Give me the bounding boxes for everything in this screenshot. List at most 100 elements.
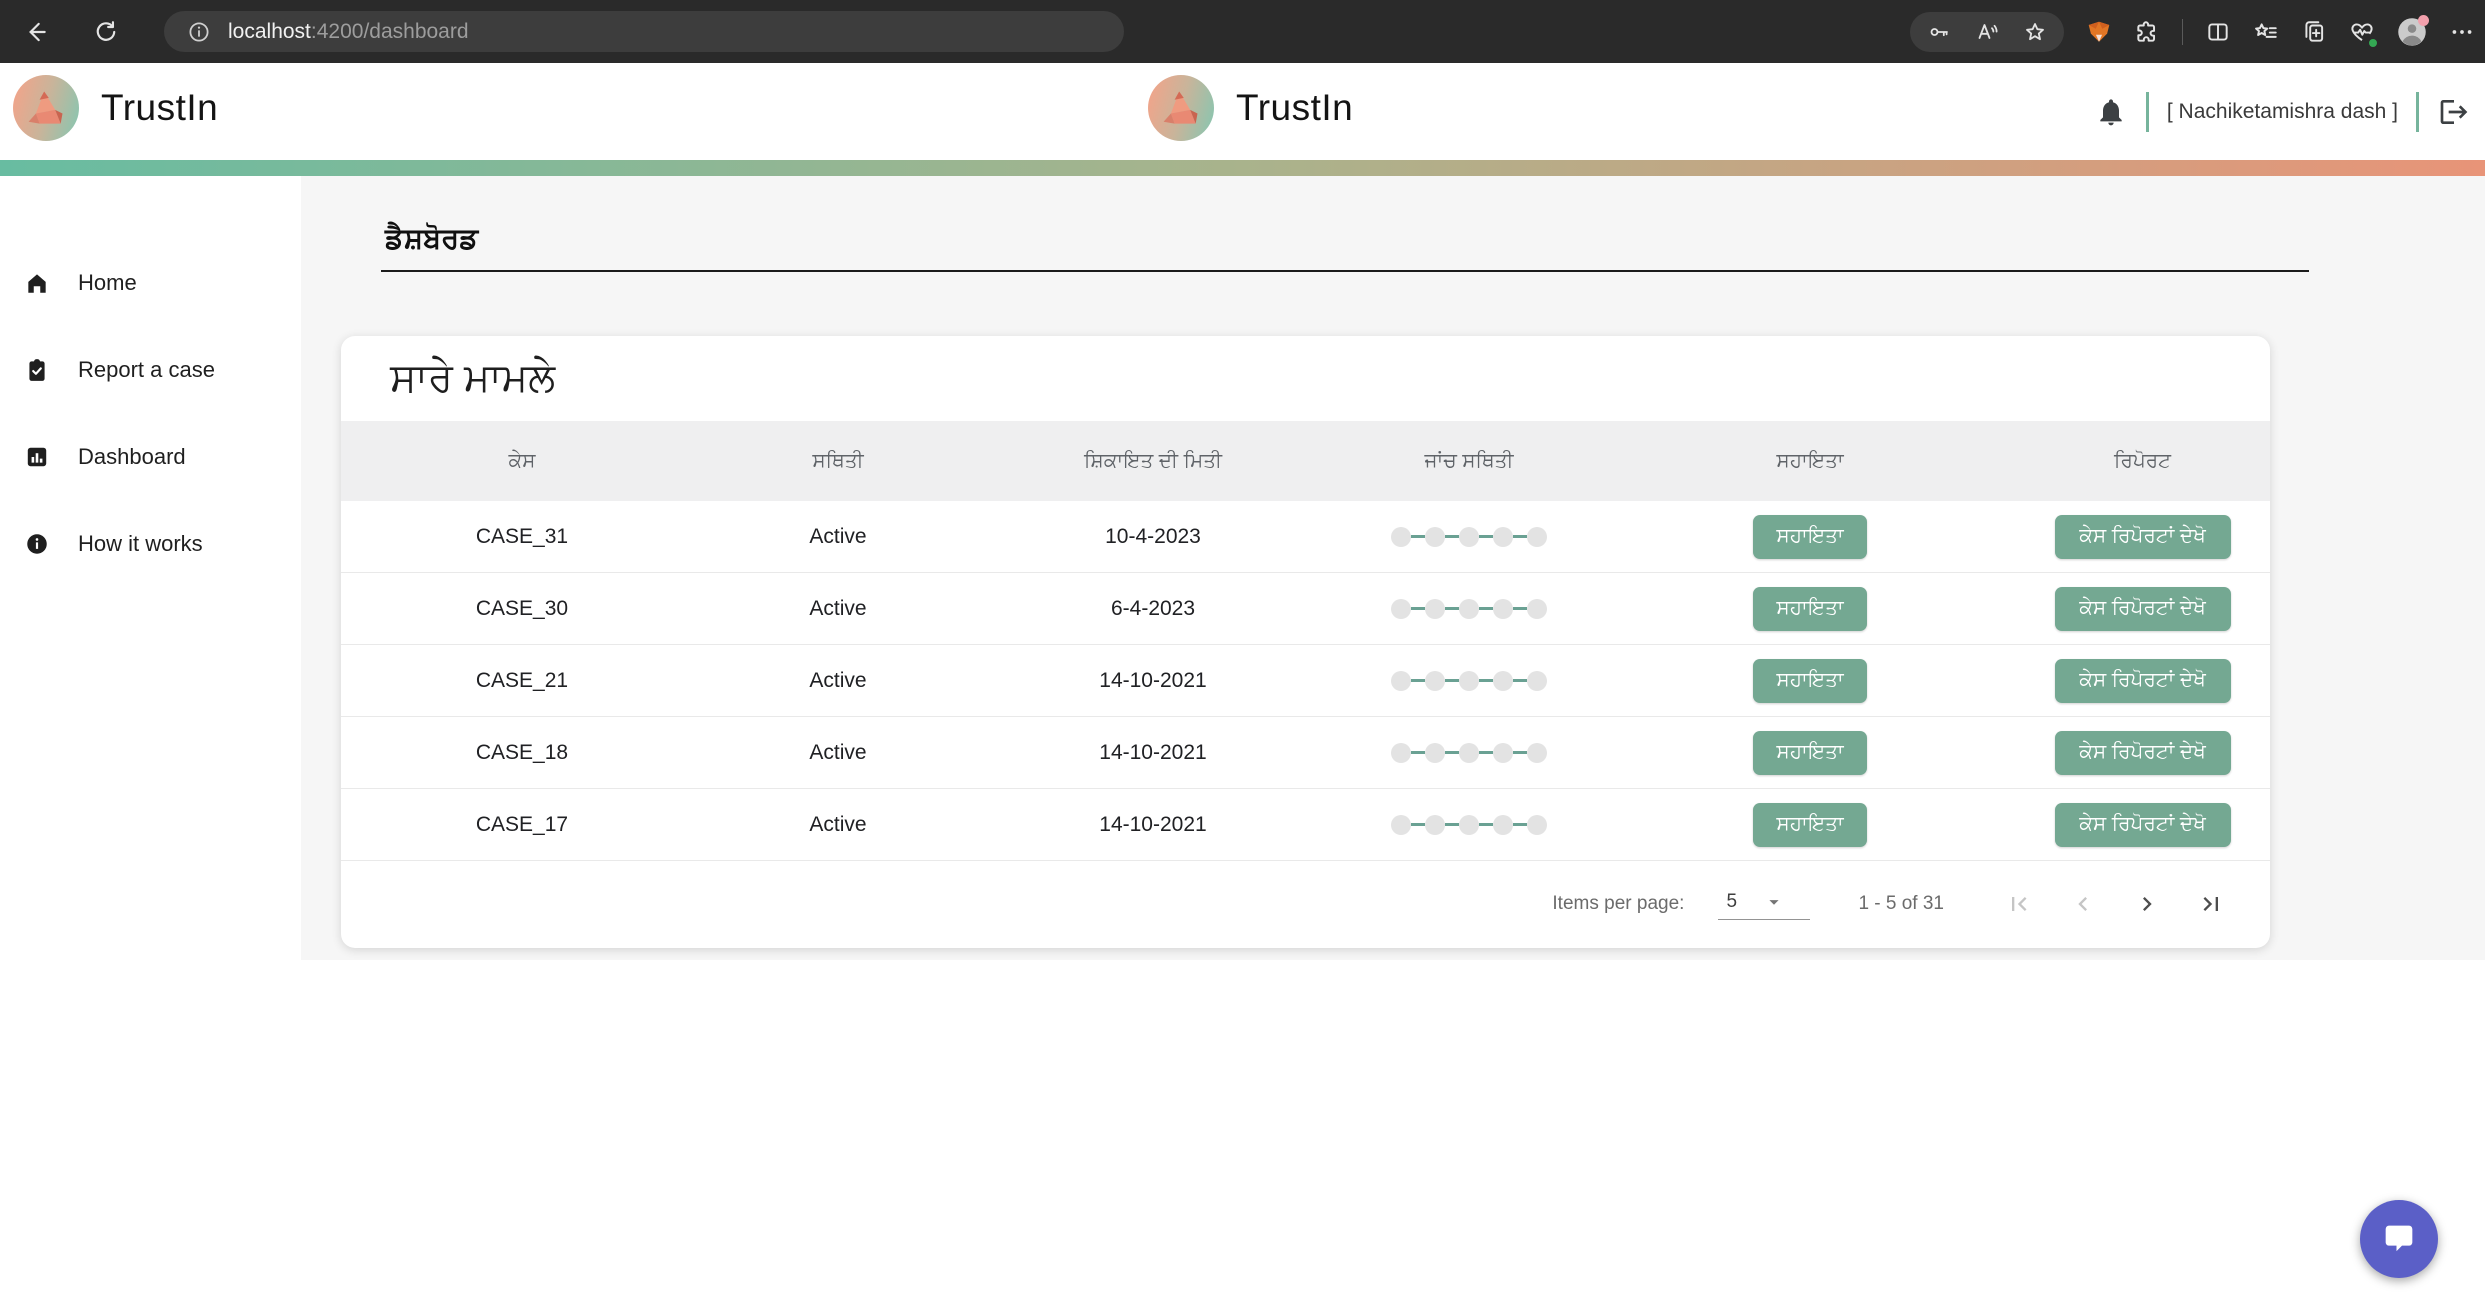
view-case-reports-button[interactable]: ਕੇਸ ਰਿਪੋਰਟਾਂ ਦੇਖੋ: [2055, 587, 2231, 631]
extensions-icon[interactable]: [2134, 19, 2160, 45]
table-row: CASE_30 Active 6-4-2023 ਸਹਾਇਤਾ ਕੇਸ ਰਿਪੋਰ…: [341, 573, 2270, 645]
table-row: CASE_18 Active 14-10-2021 ਸਹਾਇਤਾ ਕੇਸ ਰਿਪ…: [341, 717, 2270, 789]
last-page-button[interactable]: [2196, 889, 2226, 919]
brand-name: TrustIn: [101, 87, 218, 129]
password-key-icon[interactable]: [1926, 19, 1952, 45]
trustin-logo-icon: [13, 75, 79, 141]
help-button[interactable]: ਸਹਾਇਤਾ: [1753, 587, 1867, 631]
report-case-icon: [24, 357, 50, 383]
header-right: [ Nachiketamishra dash ]: [2094, 63, 2471, 160]
chevron-down-icon: [1763, 891, 1785, 913]
complaint-date: 14-10-2021: [973, 741, 1333, 765]
brand-name: TrustIn: [1236, 87, 1353, 129]
case-status: Active: [703, 669, 973, 693]
sidebar-item-dashboard[interactable]: Dashboard: [0, 429, 301, 485]
trustin-logo-icon: [1148, 75, 1214, 141]
refresh-icon[interactable]: [84, 10, 128, 54]
cases-card: ਸਾਰੇ ਮਾਮਲੇ ਕੇਸ ਸਥਿਤੀ ਸ਼ਿਕਾਇਤ ਦੀ ਮਿਤੀ ਜਾਂ…: [341, 336, 2270, 948]
toolbar-divider: [2182, 19, 2183, 45]
complaint-date: 14-10-2021: [973, 669, 1333, 693]
table-row: CASE_21 Active 14-10-2021 ਸਹਾਇਤਾ ਕੇਸ ਰਿਪ…: [341, 645, 2270, 717]
split-screen-icon[interactable]: [2205, 19, 2231, 45]
address-bar[interactable]: localhost:4200/dashboard: [164, 11, 1124, 52]
brand-left: TrustIn: [13, 75, 218, 141]
more-icon[interactable]: [2449, 19, 2475, 45]
help-button[interactable]: ਸਹਾਇਤਾ: [1753, 659, 1867, 703]
view-case-reports-button[interactable]: ਕੇਸ ਰਿਪੋਰਟਾਂ ਦੇਖੋ: [2055, 731, 2231, 775]
help-button[interactable]: ਸਹਾਇਤਾ: [1753, 731, 1867, 775]
home-icon: [24, 270, 50, 296]
column-header-help: ਸਹਾਇਤਾ: [1605, 450, 2015, 473]
brand-center: TrustIn: [1148, 75, 1353, 141]
sidebar: Home Report a case Dashboard How it work…: [0, 176, 301, 1309]
sidebar-item-how-it-works[interactable]: How it works: [0, 516, 301, 572]
read-aloud-icon[interactable]: [1974, 19, 2000, 45]
profile-avatar[interactable]: [2397, 17, 2427, 47]
case-id: CASE_17: [341, 813, 703, 837]
view-case-reports-button[interactable]: ਕੇਸ ਰਿਪੋਰਟਾਂ ਦੇਖੋ: [2055, 659, 2231, 703]
column-header-status: ਸਥਿਤੀ: [703, 450, 973, 473]
page-title: ਡੈਸ਼ਬੋਰਡ: [385, 223, 478, 256]
progress-stepper: [1333, 527, 1605, 547]
case-id: CASE_31: [341, 525, 703, 549]
case-status: Active: [703, 741, 973, 765]
page-size-value: 5: [1726, 891, 1737, 913]
essentials-ok-badge: [2367, 37, 2379, 49]
sidebar-item-label: How it works: [78, 531, 203, 557]
chat-bubble-icon: [2379, 1219, 2419, 1259]
case-id: CASE_18: [341, 741, 703, 765]
url-host: localhost: [228, 20, 311, 43]
table-row: CASE_17 Active 14-10-2021 ਸਹਾਇਤਾ ਕੇਸ ਰਿਪ…: [341, 789, 2270, 861]
header-divider: [2146, 92, 2149, 132]
column-header-report: ਰਿਪੋਰਟ: [2015, 450, 2270, 473]
sidebar-item-home[interactable]: Home: [0, 255, 301, 311]
paginator: Items per page: 5 1 - 5 of 31: [341, 861, 2270, 947]
view-case-reports-button[interactable]: ਕੇਸ ਰਿਪੋਰਟਾਂ ਦੇਖੋ: [2055, 803, 2231, 847]
column-header-investigation-status: ਜਾਂਚ ਸਥਿਤੀ: [1333, 450, 1605, 473]
previous-page-button[interactable]: [2068, 889, 2098, 919]
dashboard-icon: [24, 444, 50, 470]
card-title: ਸਾਰੇ ਮਾਮਲੇ: [390, 356, 555, 401]
gradient-accent-bar: [0, 160, 2485, 176]
column-header-case: ਕੇਸ: [341, 450, 703, 473]
complaint-date: 14-10-2021: [973, 813, 1333, 837]
avatar-status-dot: [2418, 15, 2429, 26]
next-page-button[interactable]: [2132, 889, 2162, 919]
progress-stepper: [1333, 671, 1605, 691]
progress-stepper: [1333, 743, 1605, 763]
collections-add-icon[interactable]: [2301, 19, 2327, 45]
column-header-complaint-date: ਸ਼ਿਕਾਇਤ ਦੀ ਮਿਤੀ: [973, 450, 1333, 473]
url-path: :4200/dashboard: [311, 20, 469, 43]
browser-toolbar-icons: [1910, 0, 2475, 63]
complaint-date: 10-4-2023: [973, 525, 1333, 549]
page-title-rule: [381, 270, 2309, 272]
app-header: TrustIn TrustIn [ Nachiketamishra dash ]: [0, 63, 2485, 160]
case-status: Active: [703, 597, 973, 621]
logout-icon[interactable]: [2437, 95, 2471, 129]
notifications-bell-icon[interactable]: [2094, 95, 2128, 129]
url-text: localhost:4200/dashboard: [212, 20, 469, 44]
page-size-select[interactable]: 5: [1718, 889, 1810, 920]
help-button[interactable]: ਸਹਾਇਤਾ: [1753, 515, 1867, 559]
view-case-reports-button[interactable]: ਕੇਸ ਰਿਪੋਰਟਾਂ ਦੇਖੋ: [2055, 515, 2231, 559]
range-label: 1 - 5 of 31: [1858, 893, 1944, 915]
sidebar-item-report-a-case[interactable]: Report a case: [0, 342, 301, 398]
case-status: Active: [703, 813, 973, 837]
sidebar-item-label: Home: [78, 270, 137, 296]
site-info-icon[interactable]: [186, 19, 212, 45]
collections-star-icon[interactable]: [2253, 19, 2279, 45]
favorite-star-icon[interactable]: [2022, 19, 2048, 45]
complaint-date: 6-4-2023: [973, 597, 1333, 621]
toolbar-pill: [1910, 12, 2064, 52]
back-icon[interactable]: [14, 10, 58, 54]
chat-fab[interactable]: [2360, 1200, 2438, 1278]
sidebar-item-label: Dashboard: [78, 444, 186, 470]
user-label: [ Nachiketamishra dash ]: [2167, 100, 2398, 124]
metamask-icon[interactable]: [2086, 19, 2112, 45]
browser-essentials-icon[interactable]: [2349, 19, 2375, 45]
header-divider: [2416, 92, 2419, 132]
items-per-page-label: Items per page:: [1552, 893, 1684, 915]
screen: localhost:4200/dashboard: [0, 0, 2485, 1309]
first-page-button[interactable]: [2004, 889, 2034, 919]
help-button[interactable]: ਸਹਾਇਤਾ: [1753, 803, 1867, 847]
